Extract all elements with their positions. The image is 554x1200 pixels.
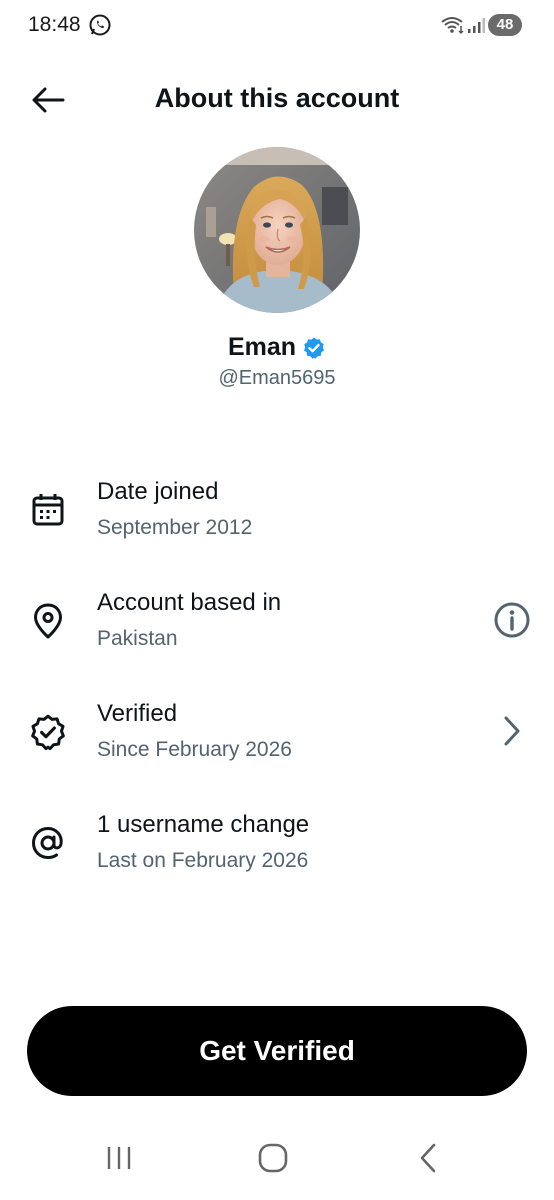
home-icon bbox=[258, 1143, 288, 1173]
back-nav-button[interactable] bbox=[400, 1136, 456, 1180]
at-sign-icon bbox=[28, 823, 68, 863]
recent-apps-button[interactable] bbox=[91, 1136, 147, 1180]
wifi-icon bbox=[441, 17, 464, 35]
avatar-photo bbox=[194, 147, 360, 313]
handle: @Eman5695 bbox=[218, 367, 336, 389]
chevron-right-icon bbox=[504, 716, 520, 746]
battery-level: 48 bbox=[488, 14, 522, 36]
location-pin-icon bbox=[28, 601, 68, 641]
page-title: About this account bbox=[154, 83, 400, 113]
display-name: Eman bbox=[227, 333, 297, 361]
verified-row[interactable]: Verified Since February 2026 bbox=[0, 692, 554, 782]
username-change-value: Last on February 2026 bbox=[97, 849, 309, 872]
date-joined-value: September 2012 bbox=[97, 516, 253, 539]
back-nav-icon bbox=[420, 1143, 436, 1173]
account-based-in-title: Account based in bbox=[97, 589, 282, 616]
verified-title: Verified bbox=[97, 700, 178, 727]
recent-apps-icon bbox=[107, 1147, 131, 1169]
date-joined-title: Date joined bbox=[97, 478, 219, 505]
whatsapp-icon bbox=[89, 14, 111, 36]
account-based-in-row: Account based in Pakistan bbox=[0, 581, 554, 671]
signal-icon bbox=[468, 18, 485, 33]
header: About this account bbox=[0, 70, 554, 130]
account-based-in-value: Pakistan bbox=[97, 627, 178, 650]
info-button[interactable] bbox=[490, 598, 534, 642]
system-nav-bar bbox=[0, 1120, 554, 1200]
home-button[interactable] bbox=[245, 1136, 301, 1180]
verified-since-value: Since February 2026 bbox=[97, 738, 292, 761]
verified-chevron-button[interactable] bbox=[490, 709, 534, 753]
status-time: 18:48 bbox=[28, 13, 81, 36]
avatar[interactable] bbox=[194, 147, 360, 313]
date-joined-row: Date joined September 2012 bbox=[0, 470, 554, 560]
username-change-title: 1 username change bbox=[97, 811, 310, 838]
info-icon bbox=[494, 602, 530, 638]
calendar-icon bbox=[28, 490, 68, 530]
verified-badge-icon bbox=[304, 337, 325, 359]
get-verified-button[interactable]: Get Verified bbox=[27, 1006, 527, 1096]
username-change-row: 1 username change Last on February 2026 bbox=[0, 803, 554, 893]
display-name-row: Eman bbox=[0, 333, 554, 362]
status-bar: 18:48 48 bbox=[0, 0, 554, 52]
verified-seal-icon bbox=[28, 712, 68, 752]
